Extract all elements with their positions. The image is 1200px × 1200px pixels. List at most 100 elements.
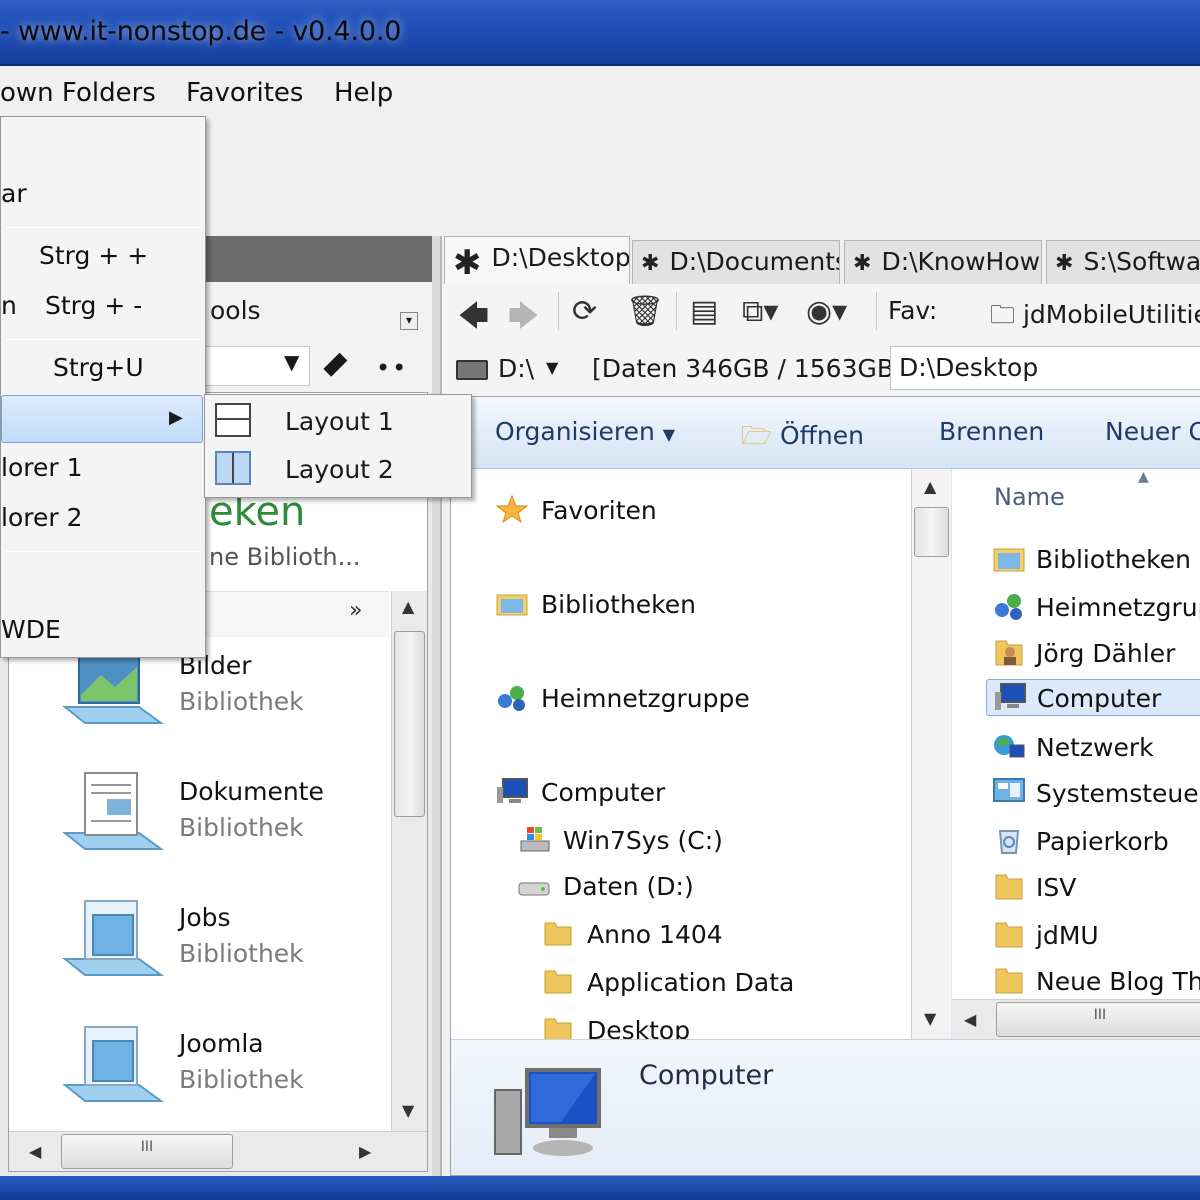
list-item[interactable]: Papierkorb — [992, 825, 1169, 856]
nav-vertical-scrollbar[interactable]: ▲ ▼ — [911, 469, 951, 1039]
scroll-thumb[interactable]: III — [61, 1134, 233, 1169]
menu-item-shortcut[interactable]: Strg+U — [53, 353, 144, 382]
nav-drive-d[interactable]: Daten (D:) — [517, 871, 694, 901]
overflow-dropdown-icon[interactable]: ▾ — [400, 312, 418, 330]
tab-label: S:\Softwar — [1083, 247, 1200, 276]
toolbar-separator — [676, 292, 677, 330]
scroll-down-icon[interactable]: ▼ — [924, 1009, 936, 1028]
list-item[interactable]: Neue Blog Th — [992, 965, 1200, 997]
navigation-pane: Favoriten Bibliotheken Heimnetzgruppe Co… — [451, 469, 951, 1039]
menu-favorites[interactable]: Favorites — [186, 78, 303, 108]
scroll-down-icon[interactable]: ▼ — [402, 1101, 414, 1120]
drive-selector[interactable]: D:\ — [498, 354, 534, 383]
open-label: Öffnen — [779, 421, 864, 450]
menu-known-folders[interactable]: own Folders — [0, 78, 156, 108]
favorite-selector[interactable]: 🗀 jdMobileUtilities — [990, 296, 1200, 339]
menu-item[interactable]: ar — [1, 179, 27, 208]
folder-icon — [995, 874, 1023, 900]
menu-item-explorer-1[interactable]: lorer 1 — [1, 453, 82, 482]
list-item-selected[interactable]: Computer — [986, 679, 1200, 716]
nav-favorites[interactable]: Favoriten — [495, 495, 657, 525]
scroll-thumb[interactable]: III — [996, 1002, 1200, 1037]
tab-desktop[interactable]: ✱ D:\Desktop — [444, 236, 630, 284]
layout-horizontal-icon — [215, 403, 251, 437]
back-arrow-icon[interactable]: 🡄 — [458, 294, 489, 345]
homegroup-icon — [995, 594, 1022, 620]
menu-item[interactable]: WDE — [1, 615, 61, 644]
file-label: Computer — [1037, 684, 1162, 713]
nav-folder[interactable]: Anno 1404 — [541, 919, 723, 949]
list-item[interactable]: Jörg Dähler — [992, 637, 1175, 668]
list-item[interactable]: Bilder Bibliothek — [53, 641, 383, 761]
chevron-down-icon: ▼ — [662, 425, 676, 444]
nav-folder[interactable]: Application Data — [541, 967, 794, 997]
scroll-up-icon[interactable]: ▲ — [402, 597, 414, 616]
title-bar: - www.it-nonstop.de - v0.4.0.0 — [0, 0, 1200, 66]
new-folder-button[interactable]: Neuer O — [1105, 417, 1200, 446]
tab-knowhow[interactable]: ✱ D:\KnowHow — [844, 240, 1042, 284]
tab-label: D:\Desktop — [491, 243, 630, 272]
recycle-bin-icon — [998, 830, 1020, 854]
toolbar-separator — [558, 292, 559, 330]
left-horizontal-scrollbar[interactable]: ◀ III ▶ — [9, 1131, 427, 1171]
nav-folder[interactable]: Desktop — [541, 1015, 690, 1039]
scroll-left-icon[interactable]: ◀ — [29, 1142, 41, 1161]
tab-documents[interactable]: ✱ D:\Documents — [632, 240, 840, 284]
nav-computer[interactable]: Computer — [495, 777, 665, 807]
list-item[interactable]: Dokumente Bibliothek — [53, 767, 383, 887]
list-item[interactable]: Netzwerk — [992, 731, 1154, 762]
wand-icon[interactable]: ▬ — [312, 341, 357, 386]
scroll-left-icon[interactable]: ◀ — [964, 1010, 976, 1029]
list-item[interactable]: jdMU — [992, 919, 1099, 950]
organize-button[interactable]: Organisieren ▼ — [495, 417, 675, 446]
open-button[interactable]: 🗁 Öffnen — [741, 417, 864, 460]
delete-icon[interactable]: 🗑 — [626, 294, 664, 329]
path-input[interactable]: D:\Desktop — [890, 346, 1200, 390]
nav-homegroup[interactable]: Heimnetzgruppe — [495, 683, 750, 713]
windows-drive-icon — [520, 827, 550, 852]
file-label: Neue Blog Th — [1036, 967, 1200, 996]
file-label: Netzwerk — [1036, 733, 1154, 762]
view-eye-icon[interactable]: ◉▾ — [806, 294, 847, 329]
refresh-icon[interactable]: ⟳ — [572, 294, 597, 329]
scroll-right-icon[interactable]: ▶ — [359, 1142, 371, 1161]
name-column-header[interactable]: Name — [994, 483, 1065, 511]
nav-drive-c[interactable]: Win7Sys (C:) — [517, 825, 723, 855]
scroll-thumb[interactable] — [394, 631, 425, 817]
list-item[interactable]: Joomla Bibliothek — [53, 1019, 383, 1139]
command-bar: Organisieren ▼ 🗁 Öffnen Brennen Neuer O — [451, 397, 1200, 469]
file-list: Name ▲ Bibliotheken Heimnetzgrup Jörg Dä… — [951, 469, 1200, 1039]
folder-icon: 🗀 — [990, 300, 1023, 329]
list-item[interactable]: ISV — [992, 871, 1076, 902]
more-icon[interactable]: •• — [376, 354, 408, 382]
libraries-icon — [496, 594, 528, 616]
list-item[interactable]: Heimnetzgrup — [992, 591, 1200, 622]
copy-dropdown-icon[interactable]: ⧉▾ — [742, 294, 778, 329]
submenu-item-layout-1[interactable]: Layout 1 — [285, 407, 394, 436]
menu-item-zoom-in-shortcut[interactable]: Strg + + — [39, 241, 148, 270]
chevron-down-icon[interactable]: ▼ — [284, 350, 299, 374]
open-folder-icon: 🗁 — [741, 421, 773, 450]
tab-software[interactable]: ✱ S:\Softwar — [1046, 240, 1200, 284]
list-item[interactable]: Jobs Bibliothek — [53, 893, 383, 1013]
submenu-item-layout-2[interactable]: Layout 2 — [285, 455, 394, 484]
tools-menu[interactable]: ools — [210, 296, 261, 325]
toolbar-separator — [876, 292, 877, 330]
list-item[interactable]: Bibliotheken — [992, 543, 1191, 574]
file-horizontal-scrollbar[interactable]: ◀ III — [952, 999, 1200, 1039]
window-title: - www.it-nonstop.de - v0.4.0.0 — [0, 16, 402, 47]
scroll-thumb[interactable] — [914, 507, 949, 557]
left-vertical-scrollbar[interactable]: ▲ ▼ — [391, 591, 427, 1131]
document-icon[interactable]: ▤ — [690, 294, 718, 329]
burn-button[interactable]: Brennen — [939, 417, 1044, 446]
tab-strip: ✱ D:\Desktop ✱ D:\Documents ✱ D:\KnowHow ✱ S… — [442, 236, 1200, 284]
scroll-up-icon[interactable]: ▲ — [924, 477, 936, 496]
forward-arrow-icon[interactable]: 🡆 — [508, 294, 539, 345]
list-item[interactable]: Systemsteuer — [992, 777, 1200, 808]
menu-item-explorer-2[interactable]: lorer 2 — [1, 503, 82, 532]
menu-item-zoom-out[interactable]: n — [1, 291, 17, 320]
chevron-down-icon[interactable]: ▼ — [546, 358, 558, 377]
menu-help[interactable]: Help — [334, 78, 393, 108]
expand-chevron-icon[interactable]: » — [349, 598, 362, 623]
nav-libraries[interactable]: Bibliotheken — [495, 589, 696, 619]
